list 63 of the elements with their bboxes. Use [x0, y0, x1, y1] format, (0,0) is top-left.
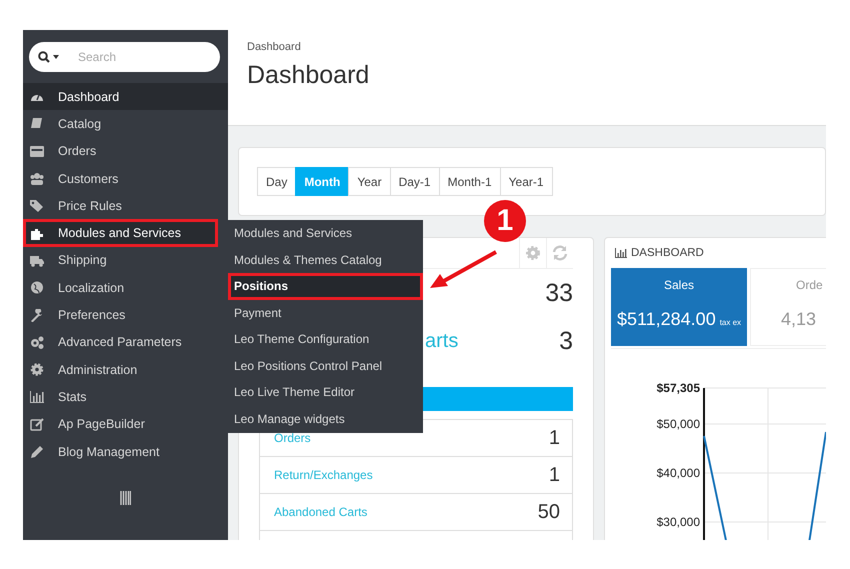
edit-icon — [30, 418, 44, 431]
sidebar-item[interactable]: Administration — [23, 356, 228, 384]
search-icon — [38, 51, 60, 63]
callout-arrow — [430, 249, 498, 289]
period-button[interactable]: Day — [257, 167, 296, 196]
period-button[interactable]: Year-1 — [500, 167, 553, 196]
summary-value: 33 — [545, 278, 573, 308]
gears-icon — [30, 336, 44, 349]
submenu-item[interactable]: Leo Manage widgets — [228, 406, 423, 432]
kpi-label: Orde — [796, 278, 823, 292]
page-title: Dashboard — [247, 61, 370, 90]
sidebar-item[interactable]: Modules and Services — [23, 219, 218, 247]
kpi-label: Sales — [664, 278, 694, 292]
sidebar-item[interactable]: Dashboard — [23, 83, 231, 110]
sidebar-item[interactable]: Localization — [23, 274, 228, 302]
wrench-icon — [30, 308, 44, 322]
sidebar-item[interactable]: Catalog — [23, 110, 228, 138]
list-value: 1 — [548, 464, 560, 486]
panel-title: DASHBOARD — [631, 247, 704, 259]
puzzle-icon — [30, 226, 44, 240]
search-field[interactable]: Search — [29, 42, 220, 72]
sidebar-item[interactable]: Customers — [23, 164, 228, 192]
submenu-item[interactable]: Positions — [228, 273, 423, 300]
tag-icon — [30, 199, 44, 212]
period-button[interactable]: Month-1 — [438, 167, 501, 196]
sidebar-item[interactable]: Orders — [23, 138, 228, 165]
submenu-item[interactable]: Modules & Themes Catalog — [228, 246, 423, 273]
kpi-note: tax ex — [720, 318, 742, 327]
list-value: 50 — [538, 500, 560, 524]
collapse-icon[interactable] — [120, 491, 131, 506]
sidebar-item[interactable]: Blog Management — [23, 438, 228, 466]
sidebar-item[interactable]: Price Rules — [23, 192, 228, 220]
y-axis-label: $57,305 — [656, 381, 700, 395]
globe-icon — [30, 281, 44, 294]
sidebar-item[interactable]: Ap PageBuilder — [23, 410, 228, 438]
sidebar-item[interactable]: Stats — [23, 383, 228, 411]
bar-chart-icon — [615, 248, 627, 258]
list-value: 1 — [548, 426, 560, 450]
period-button[interactable]: Year — [348, 167, 391, 196]
breadcrumb: Dashboard — [247, 41, 301, 53]
y-axis-label: $40,000 — [656, 466, 700, 480]
submenu-item[interactable]: Leo Theme Configuration — [228, 326, 423, 352]
sidebar-item[interactable]: Advanced Parameters — [23, 328, 228, 356]
pencil-icon — [30, 445, 44, 458]
submenu-item[interactable]: Modules and Services — [228, 220, 423, 246]
submenu-item[interactable]: Leo Positions Control Panel — [228, 352, 423, 379]
kpi-tile[interactable]: Sales $511,284.00 tax ex — [611, 268, 747, 346]
sidebar-item[interactable]: Shipping — [23, 246, 228, 274]
period-button[interactable]: Day-1 — [390, 167, 440, 196]
y-axis-label: $50,000 — [656, 417, 700, 431]
submenu-item[interactable]: Leo Live Theme Editor — [228, 379, 423, 406]
people-icon — [30, 172, 44, 186]
submenu-item[interactable]: Payment — [228, 300, 423, 326]
y-axis-label: $30,000 — [656, 515, 700, 529]
book-icon — [30, 117, 44, 130]
kpi-value: $511,284.00 — [616, 309, 716, 330]
gear-icon — [30, 363, 44, 376]
kpi-value: 4,13 — [781, 309, 816, 330]
bar-chart-icon — [30, 390, 44, 404]
sidebar-item[interactable]: Preferences — [23, 301, 228, 329]
summary-value: 3 — [559, 326, 573, 356]
credit-card-icon — [30, 144, 44, 158]
truck-icon — [30, 254, 44, 267]
